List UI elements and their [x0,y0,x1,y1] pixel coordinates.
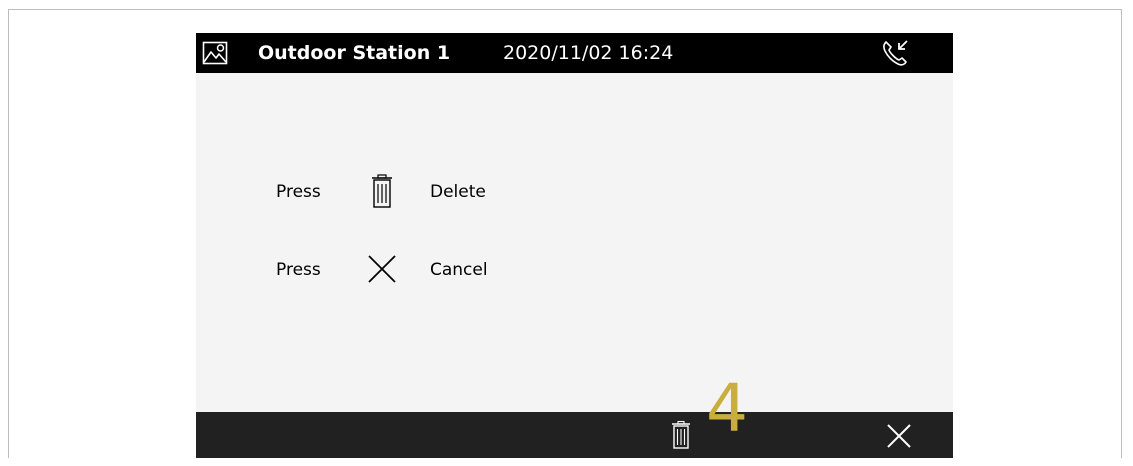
incoming-call-icon[interactable] [880,38,910,68]
footer-bar [196,412,953,458]
gallery-icon[interactable] [202,41,228,65]
press-label: Press [276,182,321,202]
cancel-label: Cancel [430,260,488,280]
trash-icon [372,174,392,208]
delete-label: Delete [430,182,486,202]
close-icon[interactable] [885,422,913,450]
callout-number: 4 [706,370,748,447]
press-label: Press [276,260,321,280]
close-icon [368,255,396,283]
station-name: Outdoor Station 1 [258,42,451,64]
trash-icon[interactable] [666,420,696,450]
device-screen: Outdoor Station 1 2020/11/02 16:24 Press… [196,33,953,458]
datetime: 2020/11/02 16:24 [503,42,674,64]
header-bar: Outdoor Station 1 2020/11/02 16:24 [196,33,953,73]
